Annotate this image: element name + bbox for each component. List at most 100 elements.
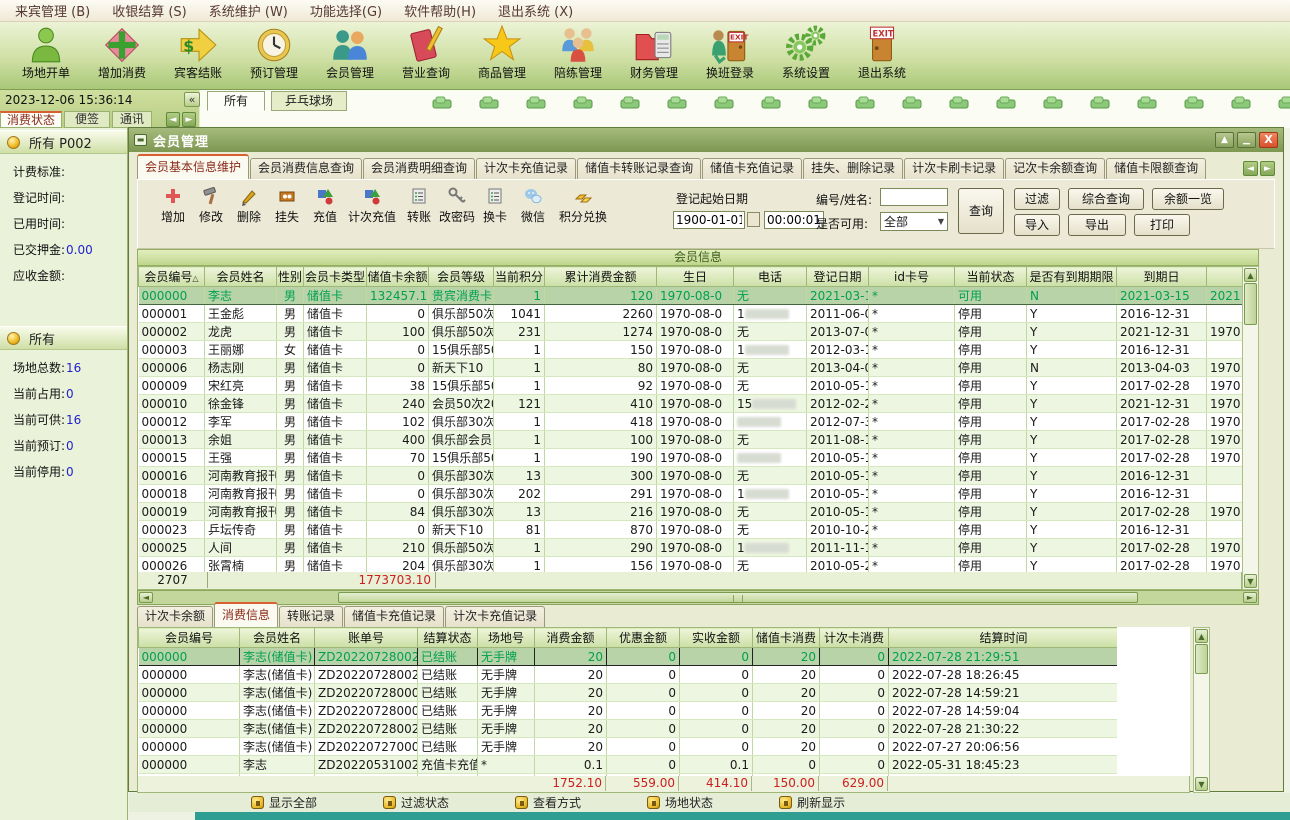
level-cell[interactable]: 新天下10 bbox=[429, 359, 494, 377]
level-cell[interactable]: 俱乐部30次 bbox=[429, 557, 494, 573]
extra-cell[interactable] bbox=[1207, 305, 1243, 323]
scroll-left-icon[interactable]: ◄ bbox=[139, 592, 153, 603]
id_card-cell[interactable]: * bbox=[869, 341, 955, 359]
total_consume-cell[interactable]: 418 bbox=[545, 413, 657, 431]
has_expiry-cell[interactable]: N bbox=[1027, 287, 1117, 305]
status-cell[interactable]: 停用 bbox=[955, 359, 1027, 377]
reg_date-cell[interactable]: 2013-07-07 bbox=[807, 323, 869, 341]
delete-button[interactable]: 删除 bbox=[230, 186, 268, 225]
real-cell[interactable]: 0.1 bbox=[680, 756, 753, 774]
birthday-cell[interactable]: 1970-08-0 bbox=[657, 395, 734, 413]
table-row[interactable]: 000025人间男储值卡210俱乐部50次12901970-08-012011-… bbox=[139, 539, 1243, 557]
venue-cell[interactable]: 无手牌 bbox=[478, 720, 535, 738]
sex-cell[interactable]: 男 bbox=[277, 395, 304, 413]
table-row[interactable]: 000015王强男储值卡7015俱乐部50次11901970-08-02010-… bbox=[139, 449, 1243, 467]
members-vertical-scrollbar[interactable]: ▲ ▼ bbox=[1242, 266, 1259, 590]
scroll-thumb[interactable] bbox=[338, 592, 1138, 603]
status-cell[interactable]: 停用 bbox=[955, 413, 1027, 431]
extra-cell[interactable]: 1970 bbox=[1207, 431, 1243, 449]
venue-cell[interactable]: 无手牌 bbox=[478, 648, 535, 666]
balance-cell[interactable]: 100 bbox=[367, 323, 429, 341]
name-cell[interactable]: 李军 bbox=[205, 413, 277, 431]
status-court-state[interactable]: 场地状态 bbox=[647, 794, 713, 811]
status-cell[interactable]: 停用 bbox=[955, 449, 1027, 467]
status-cell[interactable]: 已结账 bbox=[418, 702, 478, 720]
has_expiry-cell[interactable]: Y bbox=[1027, 413, 1117, 431]
card_type-cell[interactable]: 储值卡 bbox=[304, 305, 367, 323]
reg_date-cell[interactable]: 2011-11-13 bbox=[807, 539, 869, 557]
expiry-cell[interactable]: 2021-03-15 bbox=[1117, 287, 1207, 305]
no-cell[interactable]: 000001 bbox=[139, 305, 205, 323]
scroll-thumb[interactable] bbox=[1195, 644, 1208, 674]
table-row[interactable]: 000000李志(储值卡)ZD202207280028已结账无手牌2000200… bbox=[139, 648, 1118, 666]
table-row[interactable]: 000016河南教育报刊社男储值卡0俱乐部30次133001970-08-0无2… bbox=[139, 467, 1243, 485]
card_type-cell[interactable]: 储值卡 bbox=[304, 431, 367, 449]
reg_date-cell[interactable]: 2012-03-13 bbox=[807, 341, 869, 359]
bill-cell[interactable]: ZD202207280028 bbox=[315, 648, 418, 666]
no-cell[interactable]: 000000 bbox=[139, 666, 240, 684]
name-cell[interactable]: 张霄楠 bbox=[205, 557, 277, 573]
card_type-cell[interactable]: 储值卡 bbox=[304, 521, 367, 539]
sidebar-panel1-header[interactable]: 所有 P002 bbox=[0, 130, 127, 154]
points-cell[interactable]: 202 bbox=[494, 485, 545, 503]
amount-cell[interactable]: 0.1 bbox=[535, 756, 607, 774]
reg_date-cell[interactable]: 2010-05-15 bbox=[807, 449, 869, 467]
no-cell[interactable]: 000025 bbox=[139, 539, 205, 557]
left-tab-contact[interactable]: 通讯 bbox=[112, 111, 152, 128]
status-cell[interactable]: 已结账 bbox=[418, 684, 478, 702]
amount-cell[interactable]: 20 bbox=[535, 702, 607, 720]
balance-cell[interactable]: 0 bbox=[367, 305, 429, 323]
status-cell[interactable]: 已结账 bbox=[418, 720, 478, 738]
card_type-cell[interactable]: 储值卡 bbox=[304, 341, 367, 359]
has_expiry-cell[interactable]: Y bbox=[1027, 395, 1117, 413]
birthday-cell[interactable]: 1970-08-0 bbox=[657, 485, 734, 503]
times-cell[interactable]: 0 bbox=[820, 738, 889, 756]
expiry-cell[interactable]: 2017-02-28 bbox=[1117, 503, 1207, 521]
no-cell[interactable]: 000000 bbox=[139, 684, 240, 702]
reg_date-cell[interactable]: 2010-10-21 bbox=[807, 521, 869, 539]
points-cell[interactable]: 1 bbox=[494, 359, 545, 377]
points-cell[interactable]: 1041 bbox=[494, 305, 545, 323]
has_expiry-cell[interactable]: Y bbox=[1027, 431, 1117, 449]
status-cell[interactable]: 已结账 bbox=[418, 666, 478, 684]
card_type-cell[interactable]: 储值卡 bbox=[304, 287, 367, 305]
enabled-select[interactable]: 全部 ▼ bbox=[880, 212, 948, 231]
left-tab-consume-status[interactable]: 消费状态 bbox=[0, 111, 62, 128]
table-row[interactable]: 000023乒坛传奇男储值卡0新天下10818701970-08-0无2010-… bbox=[139, 521, 1243, 539]
status-cell[interactable]: 停用 bbox=[955, 485, 1027, 503]
total_consume-cell[interactable]: 870 bbox=[545, 521, 657, 539]
name-cell[interactable]: 李志(储值卡) bbox=[240, 684, 315, 702]
phone-cell[interactable]: 无 bbox=[734, 431, 807, 449]
table-row[interactable]: 000013余姐男储值卡400俱乐部会员11001970-08-0无2011-0… bbox=[139, 431, 1243, 449]
status-filter-state[interactable]: 过滤状态 bbox=[383, 794, 449, 811]
has_expiry-cell[interactable]: Y bbox=[1027, 485, 1117, 503]
table-row[interactable]: 000000李志男储值卡132457.1贵宾消费卡11201970-08-0无2… bbox=[139, 287, 1243, 305]
window-close-icon[interactable]: X bbox=[1259, 132, 1278, 148]
toolbar-finance-button[interactable]: 财务管理 bbox=[616, 22, 692, 89]
stored-cell[interactable]: 20 bbox=[753, 702, 820, 720]
birthday-cell[interactable]: 1970-08-0 bbox=[657, 287, 734, 305]
table-row[interactable]: 000000李志ZD202205310023充值卡充值*0.100.100202… bbox=[139, 756, 1118, 774]
extra-cell[interactable]: 1970 bbox=[1207, 503, 1243, 521]
real-cell[interactable]: 0 bbox=[680, 720, 753, 738]
discount-cell[interactable]: 0 bbox=[607, 666, 680, 684]
discount-cell[interactable]: 0 bbox=[607, 756, 680, 774]
total_consume-cell[interactable]: 410 bbox=[545, 395, 657, 413]
table-row[interactable]: 000000李志(储值卡)ZD202207280002已结账无手牌2000200… bbox=[139, 684, 1118, 702]
extra-cell[interactable]: 1970 bbox=[1207, 377, 1243, 395]
toolbar-business-query-button[interactable]: 营业查询 bbox=[388, 22, 464, 89]
total_consume-cell[interactable]: 80 bbox=[545, 359, 657, 377]
table-row[interactable]: 000010徐金锋男储值卡240会员50次20元1214101970-08-01… bbox=[139, 395, 1243, 413]
id_card-cell[interactable]: * bbox=[869, 359, 955, 377]
card_type-cell[interactable]: 储值卡 bbox=[304, 395, 367, 413]
name-cell[interactable]: 李志 bbox=[240, 756, 315, 774]
amount-cell[interactable]: 20 bbox=[535, 738, 607, 756]
status-show-all[interactable]: 显示全部 bbox=[251, 794, 317, 811]
table-row[interactable]: 000026张霄楠男储值卡204俱乐部30次11561970-08-0无2010… bbox=[139, 557, 1243, 573]
has_expiry-cell[interactable]: Y bbox=[1027, 539, 1117, 557]
times-cell[interactable]: 0 bbox=[820, 702, 889, 720]
level-cell[interactable]: 俱乐部30次 bbox=[429, 413, 494, 431]
total_consume-cell[interactable]: 2260 bbox=[545, 305, 657, 323]
level-cell[interactable]: 俱乐部30次 bbox=[429, 485, 494, 503]
sidebar-panel2-header[interactable]: 所有 bbox=[0, 326, 127, 350]
